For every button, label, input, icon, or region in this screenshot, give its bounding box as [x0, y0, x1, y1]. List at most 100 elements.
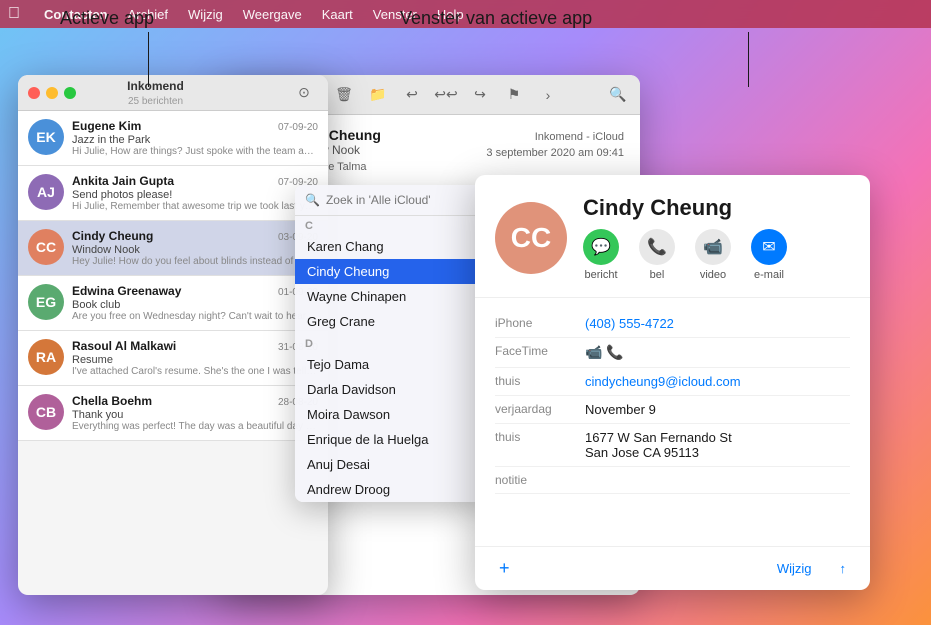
contact-section-header: C [295, 216, 490, 234]
menu-help[interactable]: Help [437, 7, 464, 22]
sender-avatar: EG [28, 284, 64, 320]
mail-subject: Window Nook [72, 244, 318, 256]
search-icon[interactable]: 🔍 [604, 81, 632, 109]
mail-sender: Ankita Jain Gupta [72, 174, 174, 188]
contact-item[interactable]: Andrew Droog [295, 477, 490, 502]
contact-item[interactable]: Enrique de la Huelga [295, 427, 490, 452]
mail-item[interactable]: CB Chella Boehm 28-08-20 Thank you Every… [18, 386, 328, 441]
mail-date: 07-09-20 [278, 122, 318, 133]
contacts-search-input[interactable] [326, 193, 480, 207]
video-icon: 📹 [695, 229, 731, 265]
mail-content: Ankita Jain Gupta 07-09-20 Send photos p… [72, 174, 318, 212]
action-label: e-mail [754, 269, 784, 281]
menu-archief[interactable]: Archief [128, 7, 168, 22]
reply-icon[interactable]: ↩ [398, 81, 426, 109]
mail-filter-icon[interactable]: ⊙ [290, 79, 318, 107]
contact-card: CC Cindy Cheung 💬 bericht 📞 bel 📹 video … [475, 175, 870, 590]
mail-preview: Hi Julie, Remember that awesome trip we … [72, 201, 318, 212]
mail-preview: Are you free on Wednesday night? Can't w… [72, 311, 318, 322]
mail-subject: Resume [72, 354, 318, 366]
dropdown-search-icon: 🔍 [305, 193, 320, 207]
contact-detail-row: thuis 1677 W San Fernando StSan Jose CA … [495, 424, 850, 467]
mail-title: Inkomend 25 berichten [21, 79, 290, 107]
contact-item[interactable]: Anuj Desai [295, 452, 490, 477]
contact-action-call[interactable]: 📞 bel [639, 229, 675, 281]
menu-kaart[interactable]: Kaart [322, 7, 353, 22]
contact-card-header: CC Cindy Cheung 💬 bericht 📞 bel 📹 video … [475, 175, 870, 298]
trash-icon[interactable]: 🗑 [330, 81, 358, 109]
contact-action-msg[interactable]: 💬 bericht [583, 229, 619, 281]
mail-subject: Book club [72, 299, 318, 311]
contact-detail-label: verjaardag [495, 402, 585, 417]
contacts-list: CKaren ChangCindy CheungWayne ChinapenGr… [295, 216, 490, 502]
contact-detail-row: verjaardag November 9 [495, 396, 850, 424]
msg-icon: 💬 [583, 229, 619, 265]
mail-sender: Cindy Cheung [72, 229, 153, 243]
contact-card-footer: + Wijzig ↑ [475, 546, 870, 590]
mail-item[interactable]: CC Cindy Cheung 03-09-20 Window Nook Hey… [18, 221, 328, 276]
sender-avatar: CB [28, 394, 64, 430]
contact-details: iPhone (408) 555-4722 FaceTime 📹 📞 thuis… [475, 298, 870, 506]
edit-contact-button[interactable]: Wijzig [769, 557, 820, 580]
active-window-line [748, 32, 749, 87]
contact-name: Cindy Cheung [583, 195, 787, 221]
folder-icon[interactable]: 📁 [364, 81, 392, 109]
contact-item[interactable]: Karen Chang [295, 234, 490, 259]
add-contact-button[interactable]: + [491, 554, 518, 583]
menu-wijzig[interactable]: Wijzig [188, 7, 223, 22]
contact-item[interactable]: Greg Crane [295, 309, 490, 334]
contact-action-video[interactable]: 📹 video [695, 229, 731, 281]
mail-item[interactable]: RA Rasoul Al Malkawi 31-08-20 Resume I'v… [18, 331, 328, 386]
mail-sender: Rasoul Al Malkawi [72, 339, 176, 353]
mail-list: EK Eugene Kim 07-09-20 Jazz in the Park … [18, 111, 328, 441]
more-icon[interactable]: › [534, 81, 562, 109]
contact-phone[interactable]: (408) 555-4722 [585, 316, 850, 331]
contact-detail-label: FaceTime [495, 344, 585, 361]
reply-all-icon[interactable]: ↩↩ [432, 81, 460, 109]
mail-content: Edwina Greenaway 01-09-20 Book club Are … [72, 284, 318, 322]
contact-facetime: 📹 📞 [585, 344, 850, 361]
contact-detail-label: thuis [495, 430, 585, 460]
contact-email[interactable]: cindycheung9@icloud.com [585, 374, 850, 389]
mail-preview: Hey Julie! How do you feel about blinds … [72, 256, 318, 267]
mail-sender: Eugene Kim [72, 119, 141, 133]
contact-detail-value [585, 473, 850, 487]
contact-item[interactable]: Cindy Cheung [295, 259, 490, 284]
contact-detail-row: iPhone (408) 555-4722 [495, 310, 850, 338]
menu-venster[interactable]: Venster [373, 7, 417, 22]
contact-detail-row: thuis cindycheung9@icloud.com [495, 368, 850, 396]
apple-menu[interactable]:  [8, 5, 20, 23]
mail-preview: Hi Julie, How are things? Just spoke wit… [72, 146, 318, 157]
mail-sender: Chella Boehm [72, 394, 152, 408]
menu-weergave[interactable]: Weergave [243, 7, 302, 22]
contact-section-header: D [295, 334, 490, 352]
mail-item[interactable]: EG Edwina Greenaway 01-09-20 Book club A… [18, 276, 328, 331]
forward-icon[interactable]: ↪ [466, 81, 494, 109]
sender-avatar: EK [28, 119, 64, 155]
mail-content: Cindy Cheung 03-09-20 Window Nook Hey Ju… [72, 229, 318, 267]
mail-titlebar: Inkomend 25 berichten ⊙ [18, 75, 328, 111]
mail-subject: Send photos please! [72, 189, 318, 201]
contact-action-email[interactable]: ✉ e-mail [751, 229, 787, 281]
sender-avatar: RA [28, 339, 64, 375]
contact-avatar: CC [495, 202, 567, 274]
share-contact-button[interactable]: ↑ [832, 557, 855, 580]
email-icon: ✉ [751, 229, 787, 265]
flag-icon[interactable]: ⚑ [500, 81, 528, 109]
contact-detail-label: thuis [495, 374, 585, 389]
mail-sender: Edwina Greenaway [72, 284, 181, 298]
menu-contacten[interactable]: Contacten [44, 7, 108, 22]
contact-detail-label: iPhone [495, 316, 585, 331]
sender-avatar: AJ [28, 174, 64, 210]
mail-subject: Thank you [72, 409, 318, 421]
contact-item[interactable]: Wayne Chinapen [295, 284, 490, 309]
email-mailbox: Inkomend - iCloud [486, 131, 624, 143]
contact-detail-value: November 9 [585, 402, 850, 417]
contact-item[interactable]: Tejo Dama [295, 352, 490, 377]
mail-item[interactable]: EK Eugene Kim 07-09-20 Jazz in the Park … [18, 111, 328, 166]
contact-item[interactable]: Moira Dawson [295, 402, 490, 427]
contact-item[interactable]: Darla Davidson [295, 377, 490, 402]
contact-detail-row: notitie [495, 467, 850, 494]
mail-preview: I've attached Carol's resume. She's the … [72, 366, 318, 377]
mail-item[interactable]: AJ Ankita Jain Gupta 07-09-20 Send photo… [18, 166, 328, 221]
